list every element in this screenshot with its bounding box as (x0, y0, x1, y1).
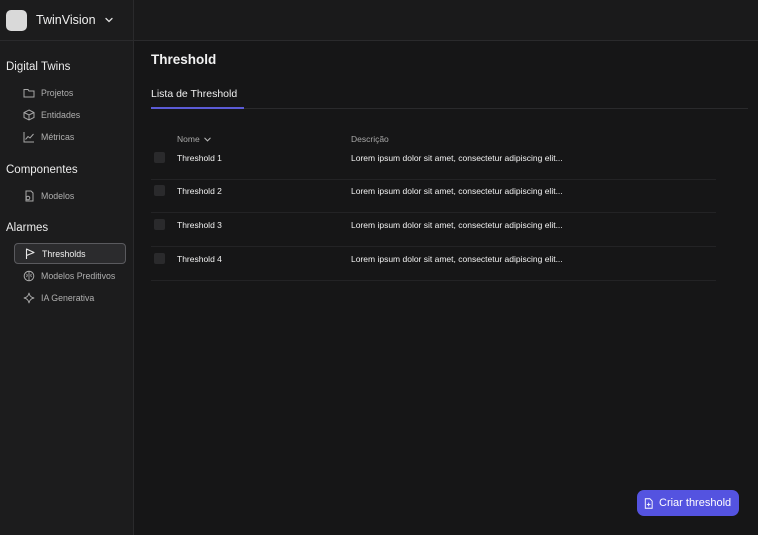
row-name: Threshold 1 (177, 153, 222, 163)
table-row[interactable]: Threshold 1 Lorem ipsum dolor sit amet, … (151, 146, 716, 180)
page-title: Threshold (151, 52, 217, 67)
sidebar: TwinVision Digital Twins Projetos Entida… (0, 0, 134, 535)
sidebar-item-modelos-preditivos[interactable]: Modelos Preditivos (14, 265, 126, 286)
row-checkbox[interactable] (154, 152, 165, 163)
sidebar-item-label: Modelos Preditivos (41, 270, 116, 281)
sidebar-item-label: Métricas (41, 131, 75, 142)
create-threshold-label: Criar threshold (659, 497, 732, 509)
flag-icon (25, 247, 35, 259)
chart-line-icon (23, 131, 34, 142)
sidebar-item-label: Thresholds (42, 248, 86, 259)
section-title-digital-twins: Digital Twins (6, 61, 71, 73)
row-description: Lorem ipsum dolor sit amet, consectetur … (351, 186, 563, 196)
column-header-nome[interactable]: Nome (177, 134, 212, 144)
column-header-label: Nome (177, 134, 200, 144)
top-bar (134, 0, 758, 41)
row-description: Lorem ipsum dolor sit amet, consectetur … (351, 220, 563, 230)
brain-icon (23, 270, 35, 281)
sidebar-item-entidades[interactable]: Entidades (14, 104, 126, 125)
sidebar-item-label: IA Generativa (41, 292, 95, 303)
row-checkbox[interactable] (154, 185, 165, 196)
sidebar-item-label: Entidades (41, 109, 81, 120)
file-model-icon (25, 190, 34, 201)
chevron-down-icon (203, 137, 211, 142)
create-threshold-button[interactable]: Criar threshold (637, 490, 739, 516)
column-header-descricao: Descrição (351, 134, 389, 144)
sidebar-item-projetos[interactable]: Projetos (14, 82, 126, 103)
cube-icon (23, 108, 35, 121)
sidebar-item-label: Modelos (41, 190, 75, 201)
file-plus-icon (644, 497, 653, 509)
table-row[interactable]: Threshold 3 Lorem ipsum dolor sit amet, … (151, 213, 716, 247)
active-tab-indicator (151, 107, 244, 109)
sparkle-icon (23, 292, 35, 303)
table-row[interactable]: Threshold 2 Lorem ipsum dolor sit amet, … (151, 179, 716, 213)
folder-icon (23, 88, 35, 97)
row-name: Threshold 3 (177, 220, 222, 230)
row-description: Lorem ipsum dolor sit amet, consectetur … (351, 254, 563, 264)
column-header-label: Descrição (351, 134, 389, 144)
sidebar-item-thresholds[interactable]: Thresholds (14, 243, 126, 264)
app-window: TwinVision Digital Twins Projetos Entida… (0, 0, 758, 535)
brand-logo (6, 9, 27, 31)
tab-lista-de-threshold[interactable]: Lista de Threshold (151, 85, 237, 109)
row-checkbox[interactable] (154, 253, 165, 264)
section-title-componentes: Componentes (6, 164, 78, 176)
sidebar-item-metricas[interactable]: Métricas (14, 126, 126, 147)
sidebar-item-label: Projetos (41, 87, 74, 98)
section-title-alarmes: Alarmes (6, 222, 49, 234)
row-name: Threshold 2 (177, 186, 222, 196)
row-checkbox[interactable] (154, 219, 165, 230)
sidebar-item-modelos[interactable]: Modelos (14, 185, 126, 206)
workspace-switcher[interactable]: TwinVision (0, 0, 133, 41)
sidebar-item-ia-generativa[interactable]: IA Generativa (14, 287, 126, 308)
tab-bar: Lista de Threshold (151, 85, 748, 109)
row-description: Lorem ipsum dolor sit amet, consectetur … (351, 153, 563, 163)
table-row[interactable]: Threshold 4 Lorem ipsum dolor sit amet, … (151, 247, 716, 281)
chevron-down-icon (104, 17, 113, 23)
brand-name: TwinVision (36, 13, 96, 27)
row-name: Threshold 4 (177, 254, 222, 264)
